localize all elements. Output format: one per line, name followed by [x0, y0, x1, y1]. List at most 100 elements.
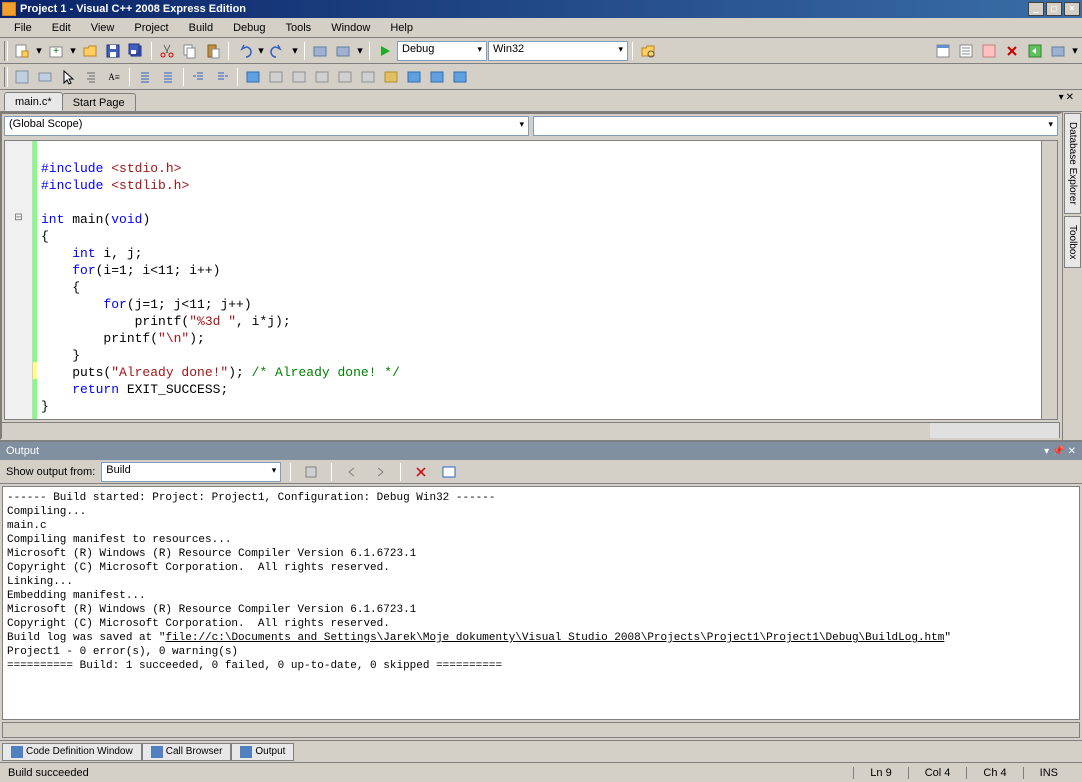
output-next-button[interactable]	[369, 461, 391, 483]
menu-tools[interactable]: Tools	[276, 20, 322, 36]
output-prev-button[interactable]	[341, 461, 363, 483]
close-button[interactable]: ×	[1064, 2, 1080, 16]
output-text[interactable]: ------ Build started: Project: Project1,…	[2, 486, 1080, 720]
platform-combo[interactable]: Win32	[488, 41, 628, 61]
menu-window[interactable]: Window	[321, 20, 380, 36]
find-button[interactable]	[637, 40, 659, 62]
bookmark-prev-button[interactable]	[265, 66, 287, 88]
bookmark-6-button[interactable]	[380, 66, 402, 88]
properties-button[interactable]	[955, 40, 977, 62]
config-combo[interactable]: Debug	[397, 41, 487, 61]
save-button[interactable]	[102, 40, 124, 62]
toolbar-grip[interactable]	[4, 41, 8, 61]
bookmark-8-button[interactable]	[426, 66, 448, 88]
code-editor[interactable]: #include <stdio.h> #include <stdlib.h> i…	[37, 141, 1041, 419]
tab-main-c[interactable]: main.c*	[4, 92, 63, 111]
open-button[interactable]	[79, 40, 101, 62]
bookmark-clear-button[interactable]	[357, 66, 379, 88]
bookmark-9-button[interactable]	[449, 66, 471, 88]
svg-text:+: +	[53, 46, 59, 57]
output-wordwrap-button[interactable]	[438, 461, 460, 483]
redo-button[interactable]	[267, 40, 289, 62]
cursor-icon[interactable]	[57, 66, 79, 88]
copy-button[interactable]	[179, 40, 201, 62]
bottom-tab-output[interactable]: Output	[231, 743, 294, 761]
comment-button[interactable]	[134, 66, 156, 88]
member-combo[interactable]	[533, 116, 1058, 136]
start-page-button[interactable]	[1024, 40, 1046, 62]
horizontal-scrollbar[interactable]	[2, 422, 1060, 438]
titlebar: Project 1 - Visual C++ 2008 Express Edit…	[0, 0, 1082, 18]
member-list-button[interactable]	[11, 66, 33, 88]
output-scrollbar[interactable]	[2, 722, 1080, 738]
gutter: ⊟	[5, 141, 33, 419]
bottom-tab-call-browser[interactable]: Call Browser	[142, 743, 232, 761]
toolbar-standard: ▾ + ▾ ▾ ▾ ▾ Debug Win32 ▾	[0, 38, 1082, 64]
call-browser-icon	[151, 746, 163, 758]
bookmark-next-button[interactable]	[288, 66, 310, 88]
cut-button[interactable]	[156, 40, 178, 62]
menu-debug[interactable]: Debug	[223, 20, 275, 36]
start-debug-button[interactable]	[374, 40, 396, 62]
statusbar: Build succeeded Ln 9 Col 4 Ch 4 INS	[0, 762, 1082, 782]
side-tabs: Database Explorer Toolbox	[1062, 112, 1082, 440]
menubar: File Edit View Project Build Debug Tools…	[0, 18, 1082, 38]
bottom-tab-code-def[interactable]: Code Definition Window	[2, 743, 142, 761]
bookmark-button[interactable]	[242, 66, 264, 88]
maximize-button[interactable]: □	[1046, 2, 1062, 16]
save-all-button[interactable]	[125, 40, 147, 62]
tab-close-icon[interactable]: ✕	[1066, 92, 1074, 103]
output-close-icon[interactable]: ✕	[1068, 446, 1076, 457]
paste-button[interactable]	[202, 40, 224, 62]
editor-pane: (Global Scope) ⊟	[0, 112, 1062, 440]
output-find-button[interactable]	[300, 461, 322, 483]
navigate-fwd-button[interactable]	[332, 40, 354, 62]
bottom-tabs: Code Definition Window Call Browser Outp…	[0, 740, 1082, 762]
menu-project[interactable]: Project	[124, 20, 178, 36]
undo-dropdown[interactable]: ▾	[256, 40, 266, 62]
bookmark-next-folder-button[interactable]	[334, 66, 356, 88]
bookmark-7-button[interactable]	[403, 66, 425, 88]
quick-info-button[interactable]	[34, 66, 56, 88]
extension-dropdown[interactable]: ▾	[1070, 40, 1080, 62]
toolbar-grip[interactable]	[4, 67, 8, 87]
new-project-dropdown[interactable]: ▾	[34, 40, 44, 62]
menu-build[interactable]: Build	[179, 20, 223, 36]
menu-file[interactable]: File	[4, 20, 42, 36]
output-dropdown-icon[interactable]: ▾	[1044, 446, 1049, 457]
navigate-dropdown[interactable]: ▾	[355, 40, 365, 62]
bookmark-prev-folder-button[interactable]	[311, 66, 333, 88]
side-tab-database-explorer[interactable]: Database Explorer	[1064, 113, 1081, 214]
indent-button[interactable]	[188, 66, 210, 88]
output-from-label: Show output from:	[6, 466, 95, 478]
minimize-button[interactable]: _	[1028, 2, 1044, 16]
output-pin-icon[interactable]: 📌	[1052, 446, 1064, 457]
uncomment-button[interactable]	[157, 66, 179, 88]
tab-start-page[interactable]: Start Page	[62, 93, 136, 111]
vertical-scrollbar[interactable]	[1041, 141, 1057, 419]
side-tab-toolbox[interactable]: Toolbox	[1064, 216, 1081, 268]
output-clear-button[interactable]	[410, 461, 432, 483]
navigate-back-button[interactable]	[309, 40, 331, 62]
tab-dropdown-icon[interactable]: ▾	[1059, 92, 1064, 103]
toolbox-button[interactable]	[1001, 40, 1023, 62]
object-browser-button[interactable]	[978, 40, 1000, 62]
new-project-button[interactable]	[11, 40, 33, 62]
undo-button[interactable]	[233, 40, 255, 62]
output-from-combo[interactable]: Build	[101, 462, 281, 482]
collapse-icon[interactable]: ⊟	[5, 209, 32, 226]
menu-help[interactable]: Help	[380, 20, 423, 36]
outdent-button[interactable]	[211, 66, 233, 88]
extension-button[interactable]	[1047, 40, 1069, 62]
redo-dropdown[interactable]: ▾	[290, 40, 300, 62]
menu-edit[interactable]: Edit	[42, 20, 81, 36]
status-col: Col 4	[908, 767, 967, 779]
solution-explorer-button[interactable]	[932, 40, 954, 62]
add-item-dropdown[interactable]: ▾	[68, 40, 78, 62]
decrease-indent-button[interactable]	[80, 66, 102, 88]
add-item-button[interactable]: +	[45, 40, 67, 62]
increase-indent-button[interactable]: A≡	[103, 66, 125, 88]
menu-view[interactable]: View	[81, 20, 125, 36]
toolbar-text-editor: A≡	[0, 64, 1082, 90]
scope-combo[interactable]: (Global Scope)	[4, 116, 529, 136]
